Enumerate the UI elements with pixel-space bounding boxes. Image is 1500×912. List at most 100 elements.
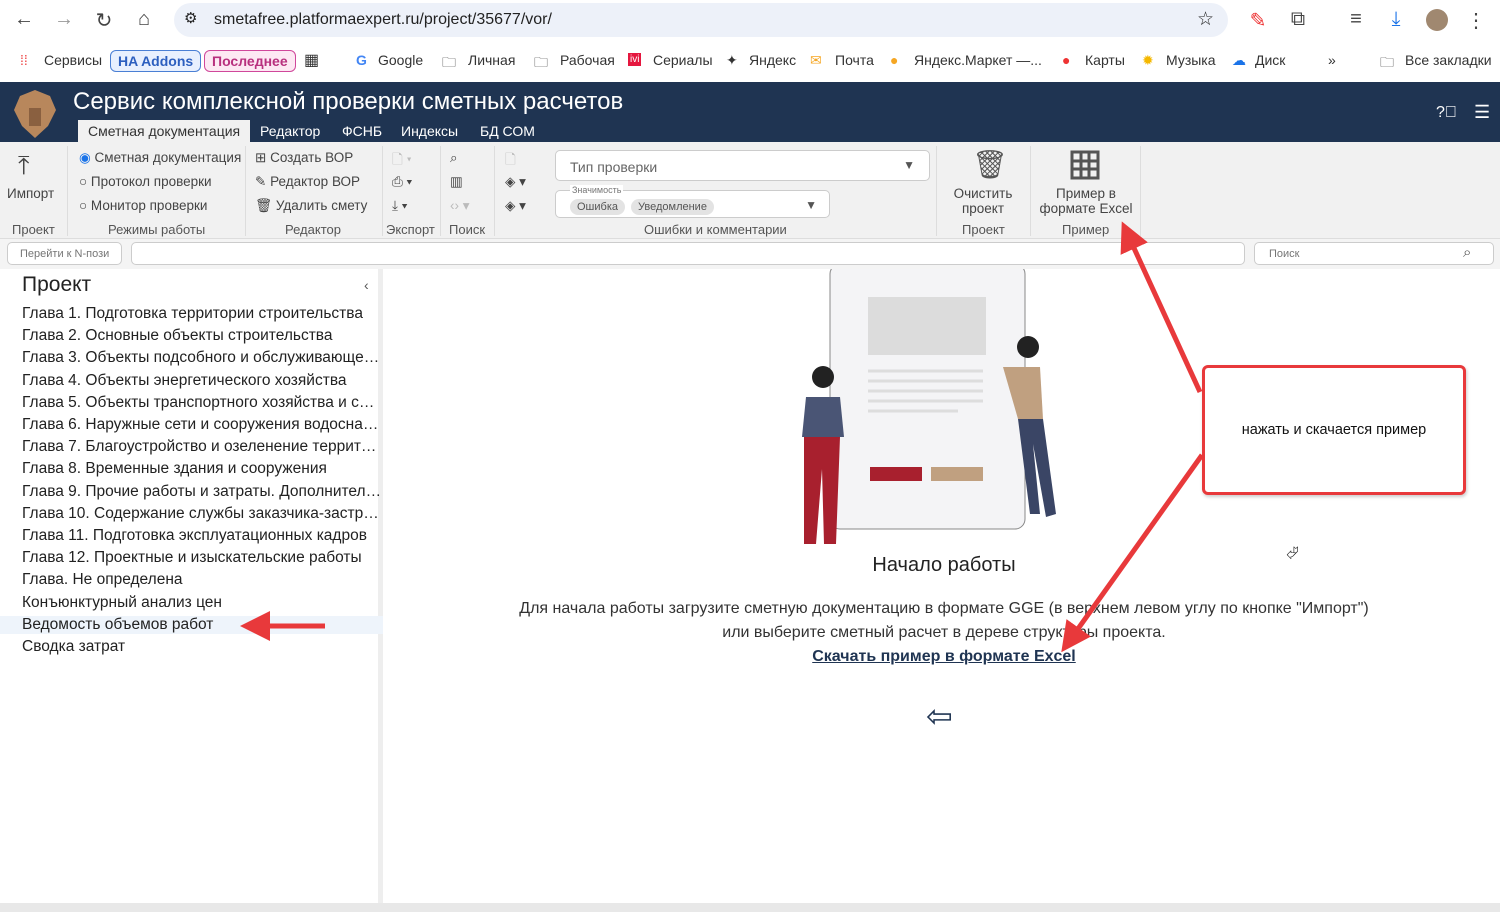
reload-icon[interactable]: ↻ — [92, 8, 116, 33]
bookmark-work[interactable]: Рабочая — [560, 52, 615, 68]
mode-radio-monitor[interactable]: ○ Монитор проверки — [79, 198, 207, 213]
bookmark-services[interactable]: Сервисы — [44, 52, 102, 68]
mode-radio-estimate-docs[interactable]: ◉ Сметная документация — [79, 150, 241, 166]
fill-color-icon[interactable]: ◈ ▾ — [505, 174, 526, 190]
tab-estimate-docs[interactable]: Сметная документация — [78, 120, 251, 142]
horizontal-scrollbar[interactable] — [0, 903, 1500, 912]
back-icon[interactable]: ← — [12, 8, 36, 31]
home-icon[interactable]: ⌂ — [132, 8, 156, 31]
vor-editor-button[interactable]: ✎ Редактор ВОР — [255, 174, 360, 190]
browser-toolbar: ← → ↻ ⌂ ⚙ smetafree.platformaexpert.ru/p… — [0, 0, 1500, 40]
radio-label: Сметная документация — [94, 150, 242, 165]
sidebar-item[interactable]: Глава 10. Содержание службы заказчика-за… — [22, 505, 382, 523]
forward-icon[interactable]: → — [52, 8, 76, 31]
check-type-select[interactable]: Тип проверки ▼ — [555, 150, 930, 181]
ivi-icon: ivi — [628, 53, 642, 66]
bookmark-maps[interactable]: Карты — [1085, 52, 1125, 68]
welcome-text-2: или выберите сметный расчет в дереве стр… — [722, 624, 1166, 641]
sidebar-item[interactable]: Глава 1. Подготовка территории строитель… — [22, 305, 382, 323]
sidebar-item[interactable]: Глава 12. Проектные и изыскательские раб… — [22, 549, 382, 567]
trash-icon[interactable]: 🗑 — [972, 148, 1008, 181]
download-export-icon[interactable]: ⤓ ▾ — [392, 198, 407, 214]
address-bar[interactable]: ⚙ smetafree.platformaexpert.ru/project/3… — [174, 3, 1228, 37]
sidebar-item[interactable]: Глава. Не определена — [22, 571, 382, 589]
sidebar-item[interactable]: Конъюнктурный анализ цен — [22, 594, 382, 612]
bookmark-mail[interactable]: Почта — [835, 52, 874, 68]
more-bookmarks-button[interactable]: » — [1328, 52, 1336, 68]
sidebar-item[interactable]: Глава 9. Прочие работы и затраты. Дополн… — [22, 483, 382, 501]
bookmark-disk[interactable]: Диск — [1255, 52, 1285, 68]
import-button[interactable]: Импорт — [7, 186, 54, 201]
all-bookmarks[interactable]: Все закладки — [1405, 52, 1492, 68]
media-icon[interactable]: ≡ — [1344, 8, 1368, 31]
search-icon[interactable]: ⌕ — [450, 150, 458, 166]
filter-input[interactable] — [131, 242, 1245, 265]
star-icon[interactable]: ☆ — [1197, 8, 1214, 31]
sidebar-item[interactable]: Глава 2. Основные объекты строительства — [22, 327, 382, 345]
radio-label: Монитор проверки — [90, 198, 208, 213]
bookmark-series[interactable]: Сериалы — [653, 52, 713, 68]
help-icon[interactable]: ?⃝ — [1436, 104, 1457, 122]
sidebar-item[interactable]: Глава 6. Наружные сети и сооружения водо… — [22, 416, 382, 434]
chip-notice[interactable]: Уведомление — [631, 199, 714, 215]
download-example-link[interactable]: Скачать пример в формате Excel — [812, 648, 1076, 665]
bookmark-music[interactable]: Музыка — [1166, 52, 1216, 68]
list-icon[interactable]: ☰ — [1474, 102, 1490, 123]
table-grid-icon[interactable] — [1070, 150, 1100, 180]
bookmark-market[interactable]: Яндекс.Маркет —... — [914, 52, 1042, 68]
radio-checked-icon: ◉ — [79, 150, 91, 165]
folder-icon: 🗀 — [1380, 54, 1394, 70]
bookmark-google[interactable]: Google — [378, 52, 423, 68]
delete-estimate-button[interactable]: 🗑 Удалить смету — [255, 198, 367, 214]
chart-icon[interactable]: ▥ — [450, 174, 463, 190]
sidebar-item[interactable]: Глава 5. Объекты транспортного хозяйства… — [22, 394, 382, 412]
grid-icon[interactable]: ▦ — [304, 50, 319, 70]
tab-bd-som[interactable]: БД СОМ — [470, 120, 545, 142]
tab-fsnb[interactable]: ФСНБ — [332, 120, 392, 142]
pen-extension-icon[interactable]: ✎ — [1246, 8, 1270, 33]
sidebar-item[interactable]: Сводка затрат — [22, 638, 382, 656]
tab-indexes[interactable]: Индексы — [391, 120, 468, 142]
extensions-icon[interactable]: ⧉ — [1286, 8, 1310, 31]
clear-project-button[interactable]: Очистить проект — [945, 186, 1021, 216]
significance-select[interactable]: Значимость Ошибка Уведомление ▼ — [555, 185, 830, 218]
print-icon[interactable]: ⎙ ▾ — [392, 174, 412, 190]
trash-icon: 🗑 — [255, 198, 273, 213]
chip-error[interactable]: Ошибка — [570, 199, 625, 215]
site-settings-icon[interactable]: ⚙ — [184, 9, 197, 27]
welcome-text-1: Для начала работы загрузите сметную доку… — [519, 600, 1369, 617]
bookmark-ha-addons[interactable]: HA Addons — [110, 50, 202, 72]
mouse-cursor-icon: ⮰ — [1286, 545, 1299, 562]
chevron-down-icon: ▼ — [805, 198, 817, 212]
sidebar-item[interactable]: Глава 7. Благоустройство и озеленение те… — [22, 438, 382, 456]
bookmark-yandex[interactable]: Яндекс — [749, 52, 796, 68]
yandex-icon: ✦ — [726, 52, 738, 68]
sidebar-item[interactable]: Глава 11. Подготовка эксплуатационных ка… — [22, 527, 382, 545]
code-icon[interactable]: ‹› ▾ — [450, 198, 470, 214]
sidebar-item[interactable]: Глава 4. Объекты энергетического хозяйст… — [22, 372, 382, 390]
sidebar-item[interactable]: Ведомость объемов работ — [0, 615, 383, 634]
group-label: Режимы работы — [108, 222, 206, 237]
file-icon[interactable]: 🗋 — [505, 150, 516, 173]
avatar[interactable] — [1426, 9, 1448, 31]
search-input[interactable] — [1254, 242, 1494, 265]
upload-icon[interactable]: ⤒ — [18, 150, 30, 182]
goto-position-input[interactable] — [7, 242, 122, 265]
download-icon[interactable]: ⤓ — [1384, 8, 1408, 31]
tab-editor[interactable]: Редактор — [250, 120, 330, 142]
fill-color-icon[interactable]: ◈ ▾ — [505, 198, 526, 214]
export-file-icon[interactable]: 🗋 ▾ — [392, 150, 412, 173]
example-excel-button[interactable]: Пример в формате Excel — [1036, 186, 1136, 216]
bookmark-personal[interactable]: Личная — [468, 52, 515, 68]
bookmark-recent[interactable]: Последнее — [204, 50, 296, 72]
search-icon[interactable]: ⌕ — [1463, 244, 1471, 261]
app-title: Сервис комплексной проверки сметных расч… — [73, 88, 624, 115]
mode-radio-protocol[interactable]: ○ Протокол проверки — [79, 174, 212, 189]
sidebar-item[interactable]: Глава 8. Временные здания и сооружения — [22, 460, 382, 478]
collapse-chevron-icon[interactable]: ‹ — [364, 277, 369, 293]
select-placeholder: Тип проверки — [570, 159, 658, 175]
menu-icon[interactable]: ⋮ — [1464, 8, 1488, 33]
create-vor-button[interactable]: ⊞ Создать ВОР — [255, 150, 353, 166]
market-icon: ● — [890, 52, 899, 68]
sidebar-item[interactable]: Глава 3. Объекты подсобного и обслуживаю… — [22, 349, 382, 367]
